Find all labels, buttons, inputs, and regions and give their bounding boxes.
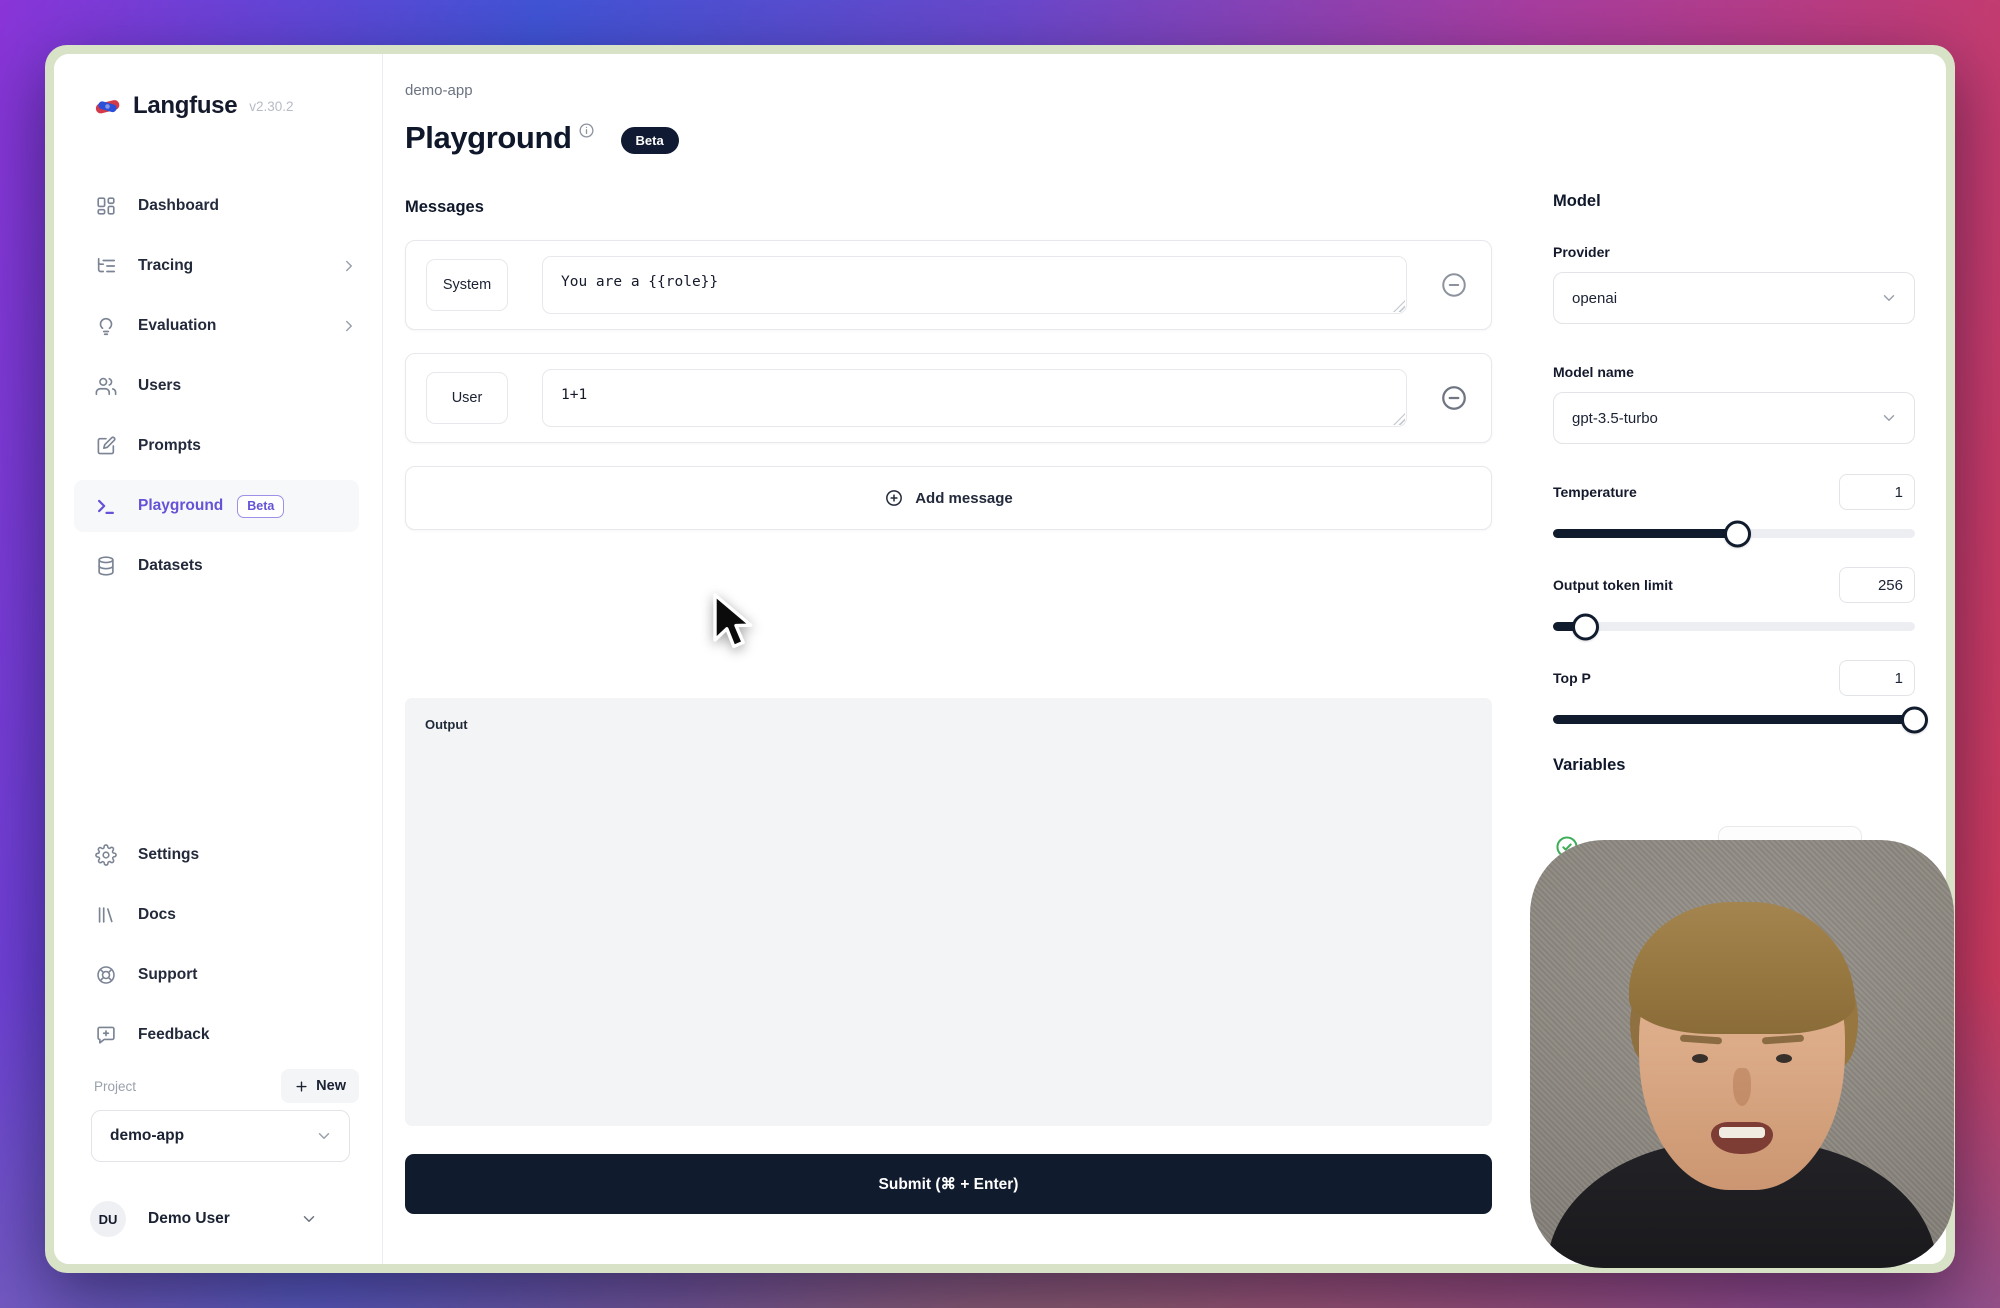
chevron-down-icon: [315, 1127, 333, 1145]
role-selector[interactable]: System: [426, 259, 508, 311]
sidebar-item-playground[interactable]: Playground Beta: [54, 476, 382, 536]
chevron-right-icon: [340, 317, 358, 335]
sidebar-item-support[interactable]: Support: [54, 945, 382, 1005]
user-message-input[interactable]: 1+1: [542, 369, 1407, 427]
avatar: DU: [90, 1201, 126, 1237]
page-title: Playground: [405, 120, 572, 156]
output-token-limit-slider[interactable]: [1553, 622, 1915, 631]
selected-project: demo-app: [110, 1127, 184, 1145]
sidebar: Langfuse v2.30.2 Dashboard Traci: [54, 54, 383, 1264]
presenter-person: [1530, 840, 1954, 1268]
project-label: Project: [94, 1079, 136, 1094]
title-row: Playground Beta: [405, 120, 679, 156]
messages-heading: Messages: [405, 198, 484, 217]
feedback-icon: [94, 1023, 118, 1047]
sidebar-item-settings[interactable]: Settings: [54, 825, 382, 885]
user-menu[interactable]: DU Demo User: [90, 1192, 359, 1246]
tracing-icon: [94, 254, 118, 278]
sidebar-item-tracing[interactable]: Tracing: [54, 236, 382, 296]
dashboard-icon: [94, 194, 118, 218]
top-p-label: Top P: [1553, 670, 1591, 686]
mouse-cursor: [712, 592, 758, 659]
provider-value: openai: [1572, 290, 1617, 307]
slider-fill: [1553, 715, 1915, 724]
prompts-icon: [94, 434, 118, 458]
model-heading: Model: [1553, 192, 1601, 211]
top-p-slider[interactable]: [1553, 715, 1915, 724]
brand-name: Langfuse: [133, 92, 237, 120]
playground-icon: [94, 494, 118, 518]
top-p-value-input[interactable]: [1839, 660, 1915, 696]
output-token-limit-value-input[interactable]: [1839, 567, 1915, 603]
output-token-limit-param: Output token limit: [1553, 567, 1915, 631]
message-input-wrap: 1+1: [542, 369, 1407, 427]
beta-badge: Beta: [621, 127, 679, 154]
plus-circle-icon: [884, 488, 904, 508]
docs-icon: [94, 903, 118, 927]
system-message-input[interactable]: You are a {{role}}: [542, 256, 1407, 314]
app-version: v2.30.2: [249, 99, 293, 114]
info-icon[interactable]: [578, 122, 595, 139]
model-name-value: gpt-3.5-turbo: [1572, 410, 1658, 427]
sidebar-item-feedback[interactable]: Feedback: [54, 1005, 382, 1065]
slider-thumb[interactable]: [1572, 613, 1599, 640]
output-label: Output: [425, 717, 468, 732]
output-panel: Output: [405, 698, 1492, 1126]
sidebar-item-dashboard[interactable]: Dashboard: [54, 176, 382, 236]
top-p-param: Top P: [1553, 660, 1915, 724]
sidebar-item-docs[interactable]: Docs: [54, 885, 382, 945]
user-name: Demo User: [148, 1210, 230, 1228]
slider-fill: [1553, 622, 1586, 631]
submit-button[interactable]: Submit (⌘ + Enter): [405, 1154, 1492, 1214]
temperature-value-input[interactable]: [1839, 474, 1915, 510]
plus-icon: [294, 1079, 309, 1094]
slider-thumb[interactable]: [1901, 706, 1928, 733]
slider-fill: [1553, 529, 1738, 538]
chevron-down-icon: [1880, 289, 1898, 307]
sidebar-item-users[interactable]: Users: [54, 356, 382, 416]
model-name-label: Model name: [1553, 364, 1634, 380]
langfuse-logo-icon: [94, 93, 121, 120]
evaluation-icon: [94, 314, 118, 338]
role-selector[interactable]: User: [426, 372, 508, 424]
webcam-overlay: [1530, 840, 1954, 1268]
chevron-down-icon: [300, 1210, 318, 1228]
new-project-button[interactable]: New: [281, 1069, 359, 1103]
message-row-user: User 1+1: [405, 353, 1492, 443]
support-icon: [94, 963, 118, 987]
temperature-label: Temperature: [1553, 484, 1637, 500]
sidebar-footer-nav: Settings Docs Support: [54, 825, 382, 1065]
temperature-slider[interactable]: [1553, 529, 1915, 538]
chevron-right-icon: [340, 257, 358, 275]
brand-row[interactable]: Langfuse v2.30.2: [94, 92, 294, 120]
datasets-icon: [94, 554, 118, 578]
desktop-background: Langfuse v2.30.2 Dashboard Traci: [0, 0, 2000, 1308]
remove-message-button[interactable]: [1439, 270, 1469, 300]
settings-icon: [94, 843, 118, 867]
sidebar-item-prompts[interactable]: Prompts: [54, 416, 382, 476]
playground-beta-badge: Beta: [237, 495, 284, 518]
provider-select[interactable]: openai: [1553, 272, 1915, 324]
app-window: Langfuse v2.30.2 Dashboard Traci: [45, 45, 1955, 1273]
temperature-param: Temperature: [1553, 474, 1915, 538]
remove-message-button[interactable]: [1439, 383, 1469, 413]
slider-thumb[interactable]: [1724, 520, 1751, 547]
sidebar-nav: Dashboard Tracing: [54, 176, 382, 596]
users-icon: [94, 374, 118, 398]
provider-label: Provider: [1553, 244, 1610, 260]
message-input-wrap: You are a {{role}}: [542, 256, 1407, 314]
breadcrumb[interactable]: demo-app: [405, 82, 473, 99]
message-row-system: System You are a {{role}}: [405, 240, 1492, 330]
project-row: Project New: [94, 1068, 359, 1104]
sidebar-item-datasets[interactable]: Datasets: [54, 536, 382, 596]
chevron-down-icon: [1880, 409, 1898, 427]
model-name-select[interactable]: gpt-3.5-turbo: [1553, 392, 1915, 444]
sidebar-item-evaluation[interactable]: Evaluation: [54, 296, 382, 356]
project-selector[interactable]: demo-app: [91, 1110, 350, 1162]
add-message-button[interactable]: Add message: [405, 466, 1492, 530]
variables-heading: Variables: [1553, 756, 1625, 775]
output-token-limit-label: Output token limit: [1553, 577, 1673, 593]
